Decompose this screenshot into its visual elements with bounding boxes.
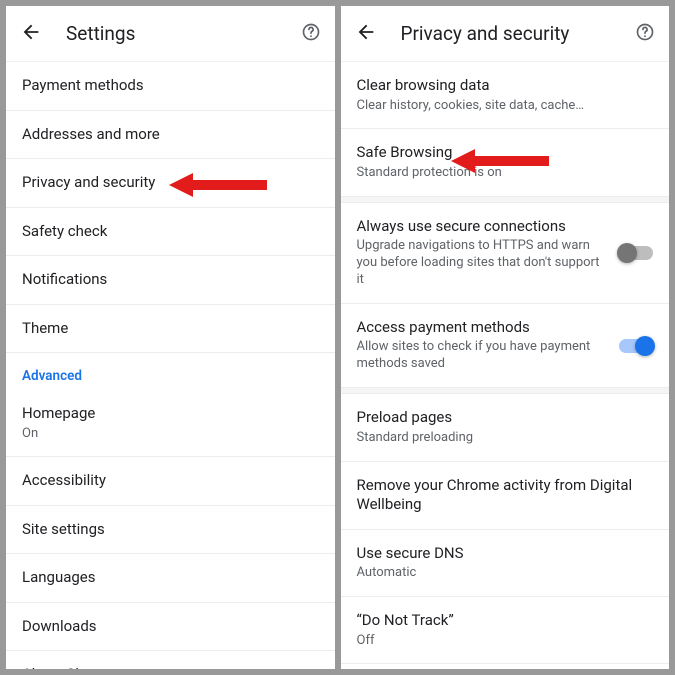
settings-item-addresses[interactable]: Addresses and more xyxy=(6,111,335,160)
settings-title: Settings xyxy=(66,22,301,45)
settings-item-privacy-security[interactable]: Privacy and security xyxy=(6,159,335,208)
settings-item-notifications[interactable]: Notifications xyxy=(6,256,335,305)
privacy-item-access-payment[interactable]: Access payment methodsAllow sites to che… xyxy=(341,304,670,388)
item-label: Languages xyxy=(22,568,319,588)
item-label: Downloads xyxy=(22,617,319,637)
settings-item-about-chrome[interactable]: About Chrome xyxy=(6,651,335,669)
settings-item-homepage[interactable]: Homepage On xyxy=(6,390,335,457)
advanced-section-label: Advanced xyxy=(6,353,335,390)
item-label: Use secure DNS xyxy=(357,544,654,564)
item-label: Payment methods xyxy=(22,76,319,96)
privacy-item-digital-wellbeing[interactable]: Remove your Chrome activity from Digital… xyxy=(341,462,670,530)
privacy-item-clear-browsing-data[interactable]: Clear browsing data Clear history, cookie… xyxy=(341,62,670,129)
item-label: Preload pages xyxy=(357,408,654,428)
settings-item-site-settings[interactable]: Site settings xyxy=(6,506,335,555)
settings-item-theme[interactable]: Theme xyxy=(6,305,335,354)
settings-item-safety-check[interactable]: Safety check xyxy=(6,208,335,257)
privacy-panel: Privacy and security Clear browsing data… xyxy=(341,6,670,669)
item-label: Theme xyxy=(22,319,319,339)
item-label: “Do Not Track” xyxy=(357,611,654,631)
item-label: Addresses and more xyxy=(22,125,319,145)
privacy-title: Privacy and security xyxy=(401,22,636,45)
privacy-list: Clear browsing data Clear history, cookie… xyxy=(341,62,670,669)
item-sub: Clear history, cookies, site data, cache… xyxy=(357,98,654,115)
item-sub: Standard protection is on xyxy=(357,165,654,182)
privacy-item-secure-connections[interactable]: Always use secure connectionsUpgrade nav… xyxy=(341,203,670,304)
toggle-access-payment[interactable] xyxy=(619,339,653,353)
item-sub: On xyxy=(22,426,319,443)
item-label: Site settings xyxy=(22,520,319,540)
settings-item-accessibility[interactable]: Accessibility xyxy=(6,457,335,506)
item-label: About Chrome xyxy=(22,665,319,669)
settings-list: Payment methods Addresses and more Priva… xyxy=(6,62,335,669)
privacy-item-do-not-track[interactable]: “Do Not Track” Off xyxy=(341,597,670,664)
settings-item-payment-methods[interactable]: Payment methods xyxy=(6,62,335,111)
privacy-item-safe-browsing[interactable]: Safe Browsing Standard protection is on xyxy=(341,129,670,196)
item-label: Privacy and security xyxy=(22,173,319,193)
back-icon[interactable] xyxy=(20,21,42,47)
help-icon[interactable] xyxy=(635,22,655,46)
item-sub: Automatic xyxy=(357,565,654,582)
item-label: Remove your Chrome activity from Digital… xyxy=(357,476,654,515)
item-label: Safety check xyxy=(22,222,319,242)
settings-item-downloads[interactable]: Downloads xyxy=(6,603,335,652)
item-label: Access payment methods xyxy=(357,318,610,338)
item-sub: Off xyxy=(357,633,654,650)
item-label: Homepage xyxy=(22,404,319,424)
item-label: Accessibility xyxy=(22,471,319,491)
settings-panel: Settings Payment methods Addresses and m… xyxy=(6,6,335,669)
help-icon[interactable] xyxy=(301,22,321,46)
privacy-item-privacy-sandbox[interactable]: Privacy SandboxTrial features are on xyxy=(341,664,670,669)
toggle-secure-connections[interactable] xyxy=(619,246,653,260)
item-sub: Upgrade navigations to HTTPS and warn yo… xyxy=(357,238,610,289)
item-sub: Standard preloading xyxy=(357,430,654,447)
settings-item-languages[interactable]: Languages xyxy=(6,554,335,603)
privacy-header: Privacy and security xyxy=(341,6,670,62)
item-sub: Allow sites to check if you have payment… xyxy=(357,339,610,373)
item-label: Clear browsing data xyxy=(357,76,654,96)
privacy-item-preload-pages[interactable]: Preload pages Standard preloading xyxy=(341,394,670,461)
item-label: Always use secure connections xyxy=(357,217,610,237)
item-label: Safe Browsing xyxy=(357,143,654,163)
item-label: Notifications xyxy=(22,270,319,290)
settings-header: Settings xyxy=(6,6,335,62)
privacy-item-secure-dns[interactable]: Use secure DNSAutomatic xyxy=(341,530,670,597)
back-icon[interactable] xyxy=(355,21,377,47)
